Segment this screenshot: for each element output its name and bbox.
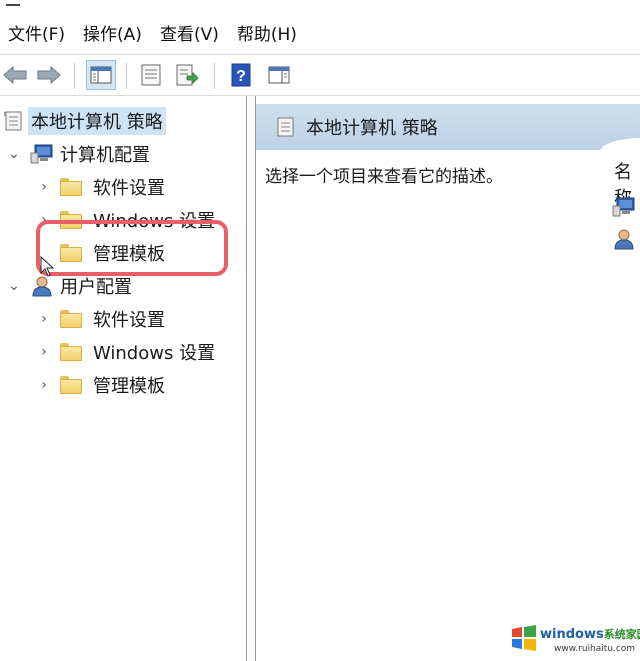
tree-item-user-configuration[interactable]: ⌄ 用户配置	[6, 271, 132, 301]
properties-icon	[141, 64, 161, 86]
tree-item-user-software-settings[interactable]: › 软件设置	[36, 304, 165, 334]
tree-item-user-windows-settings[interactable]: › Windows 设置	[36, 337, 215, 367]
folder-icon	[60, 178, 82, 196]
watermark-brand: windows系统家园	[540, 626, 640, 642]
help-button[interactable]: ?	[226, 60, 256, 90]
mouse-cursor-icon	[40, 256, 55, 277]
tree-item-label: 本地计算机 策略	[28, 107, 166, 135]
tree-item-label: Windows 设置	[93, 343, 216, 364]
toolbar-separator	[214, 63, 215, 89]
tree-item-label: 软件设置	[93, 178, 165, 199]
user-icon	[32, 276, 52, 297]
menu-help[interactable]: 帮助(H)	[228, 20, 306, 50]
back-button[interactable]	[0, 60, 30, 90]
watermark: windows系统家园 www.ruihaitu.com	[508, 620, 640, 658]
tree-item-computer-software-settings[interactable]: › 软件设置	[36, 172, 165, 202]
chevron-right-icon[interactable]: ›	[36, 344, 52, 360]
export-list-button[interactable]	[172, 60, 202, 90]
console-tree-icon	[90, 66, 112, 84]
folder-icon	[60, 211, 82, 229]
menu-view[interactable]: 查看(V)	[151, 20, 228, 50]
computer-icon[interactable]	[612, 196, 636, 218]
folder-icon	[60, 244, 82, 262]
menu-bar: 文件(F) 操作(A) 查看(V) 帮助(H)	[0, 18, 640, 52]
tree-item-label: 用户配置	[60, 277, 132, 298]
watermark-url: www.ruihaitu.com	[554, 644, 636, 654]
chevron-down-icon[interactable]: ⌄	[6, 146, 22, 162]
title-bar	[0, 0, 640, 14]
details-header-title: 本地计算机 策略	[306, 118, 438, 139]
action-pane-icon	[268, 66, 290, 84]
show-action-pane-button[interactable]	[264, 60, 294, 90]
details-pane: 本地计算机 策略 选择一个项目来查看它的描述。 名称	[256, 96, 640, 661]
tree-item-local-computer-policy[interactable]: 本地计算机 策略	[4, 106, 166, 136]
tree-item-label: Windows 设置	[93, 211, 216, 232]
console-tree: 本地计算机 策略 ⌄ 计算机配置 › 软件设置 › Windows 设置 ›	[0, 96, 247, 661]
policy-document-icon	[4, 111, 22, 131]
details-header: 本地计算机 策略	[256, 104, 640, 150]
export-list-icon	[176, 64, 199, 86]
toolbar-separator	[74, 63, 75, 89]
tree-item-computer-windows-settings[interactable]: › Windows 设置	[36, 205, 215, 235]
window-icon	[6, 0, 20, 6]
tree-item-user-admin-templates[interactable]: › 管理模板	[36, 370, 165, 400]
back-arrow-icon	[3, 65, 27, 85]
computer-icon	[30, 144, 53, 164]
forward-button[interactable]	[34, 60, 64, 90]
pane-splitter[interactable]	[247, 96, 256, 661]
watermark-brand-en: windows	[540, 627, 604, 642]
group-policy-editor-window: 文件(F) 操作(A) 查看(V) 帮助(H) ? 本地计算机 策略 ⌄ 计算机…	[0, 0, 640, 661]
watermark-brand-cn: 系统家园	[603, 628, 640, 641]
tree-item-label: 软件设置	[93, 310, 165, 331]
forward-arrow-icon	[37, 65, 61, 85]
tree-item-computer-configuration[interactable]: ⌄ 计算机配置	[6, 139, 150, 169]
chevron-right-icon[interactable]: ›	[36, 311, 52, 327]
description-text: 选择一个项目来查看它的描述。	[265, 167, 503, 187]
menu-action[interactable]: 操作(A)	[74, 20, 151, 50]
chevron-right-icon[interactable]: ›	[36, 377, 52, 393]
folder-icon	[60, 343, 82, 361]
menu-file[interactable]: 文件(F)	[0, 20, 74, 50]
folder-icon	[60, 376, 82, 394]
tree-item-label: 管理模板	[93, 376, 165, 397]
chevron-right-icon[interactable]: ›	[36, 179, 52, 195]
help-glyph: ?	[236, 68, 246, 85]
toolbar: ?	[0, 54, 640, 96]
properties-button[interactable]	[136, 60, 166, 90]
help-icon: ?	[231, 63, 251, 87]
windows-logo-icon	[512, 625, 536, 651]
tree-item-label: 计算机配置	[60, 145, 150, 166]
tree-item-label: 管理模板	[93, 244, 165, 265]
toolbar-separator	[126, 63, 127, 89]
chevron-right-icon[interactable]: ›	[36, 212, 52, 228]
folder-icon	[60, 310, 82, 328]
policy-document-icon	[277, 117, 294, 137]
chevron-down-icon[interactable]: ⌄	[6, 278, 22, 294]
user-icon[interactable]	[612, 228, 636, 250]
show-hide-tree-button[interactable]	[86, 60, 116, 90]
